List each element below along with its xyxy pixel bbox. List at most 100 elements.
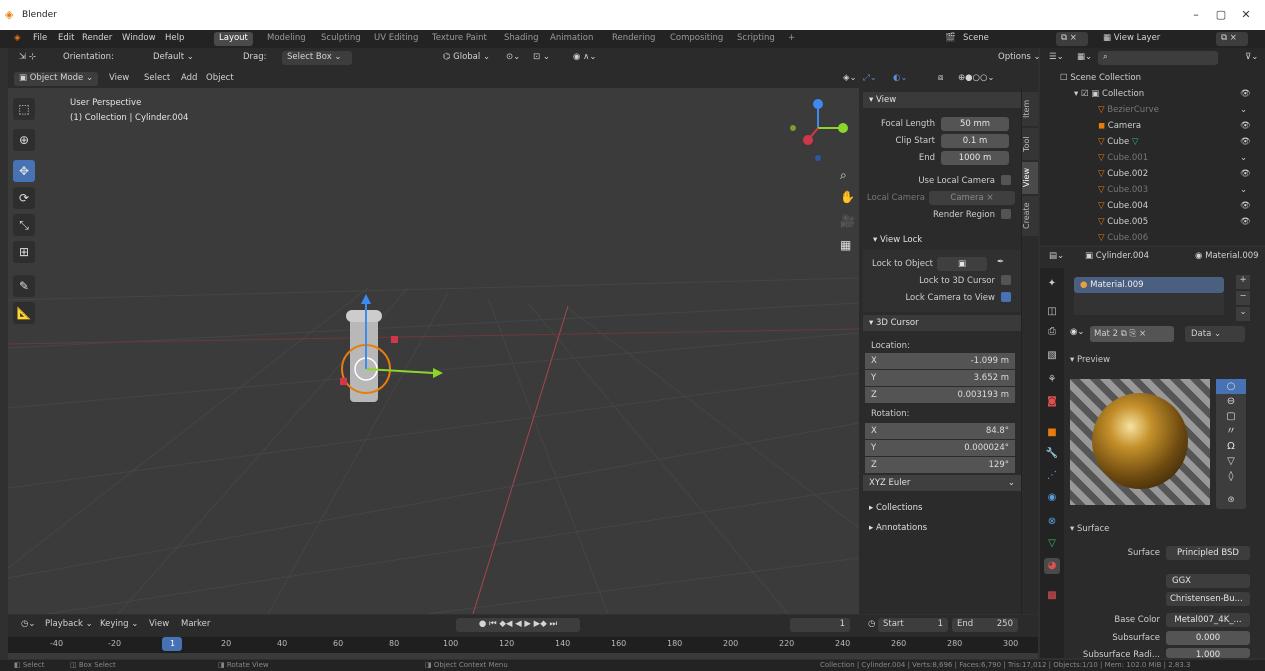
flat-preview-icon[interactable]: ○	[1216, 379, 1246, 394]
menu-edit[interactable]: Edit	[58, 33, 74, 46]
outliner-display-icon[interactable]: ☰⌄	[1044, 51, 1069, 65]
move-tool-icon[interactable]: ✥	[13, 160, 35, 182]
focal-length-field[interactable]: 50 mm	[941, 117, 1009, 131]
outliner-row[interactable]: ▽ Cube.003 ⌄	[1040, 183, 1265, 199]
scene-selector[interactable]: Scene	[958, 32, 994, 46]
outliner-row[interactable]: ▽ Cube.001 ⌄	[1040, 151, 1265, 167]
options-dropdown[interactable]: Options ⌄	[993, 51, 1046, 65]
tab-tool[interactable]: Tool	[1022, 128, 1038, 160]
particles-tab-icon[interactable]: ⋰	[1044, 468, 1060, 484]
clip-start-field[interactable]: 0.1 m	[941, 134, 1009, 148]
view-layer-selector[interactable]: ▦ View Layer	[1098, 32, 1165, 46]
collections-panel-header[interactable]: ▸ Collections	[869, 503, 922, 513]
rotate-tool-icon[interactable]: ⟳	[13, 187, 35, 209]
snap-icon[interactable]: ⊡ ⌄	[528, 51, 555, 65]
gizmo-icon[interactable]: ⤢⌄	[858, 72, 882, 86]
hair-preview-icon[interactable]: 〃	[1216, 424, 1246, 439]
physics-tab-icon[interactable]: ◉	[1044, 490, 1060, 506]
playback-menu[interactable]: Playback ⌄	[40, 618, 98, 632]
sphere-preview-icon[interactable]: ⊖	[1216, 394, 1246, 409]
tab-scripting[interactable]: Scripting	[732, 32, 780, 46]
view-layer-add-icon[interactable]: ⧉ ×	[1216, 32, 1248, 46]
tab-texture-paint[interactable]: Texture Paint	[427, 32, 492, 46]
transform-tool-icon[interactable]: ⊞	[13, 241, 35, 263]
view-panel-header[interactable]: ▾ View	[863, 92, 1021, 108]
prev-key-icon[interactable]: ◆◀	[499, 619, 512, 629]
blender-menu-icon[interactable]: ◈	[14, 33, 21, 46]
subsurface-field[interactable]: 0.000	[1166, 631, 1250, 645]
data-tab-icon[interactable]: ▽	[1044, 536, 1060, 552]
menu-view[interactable]: View	[104, 72, 134, 86]
tab-sculpting[interactable]: Sculpting	[316, 32, 366, 46]
maximize-icon[interactable]: ▢	[1210, 7, 1232, 23]
outliner-row[interactable]: ▽ Cube ▽ 👁	[1040, 135, 1265, 151]
tab-compositing[interactable]: Compositing	[665, 32, 728, 46]
cube-preview-icon[interactable]: ▢	[1216, 409, 1246, 424]
menu-file[interactable]: File	[33, 33, 47, 46]
scene-tab-icon[interactable]: ⚘	[1044, 372, 1060, 388]
zoom-icon[interactable]: ⌕	[840, 168, 847, 183]
tab-uv-editing[interactable]: UV Editing	[369, 32, 423, 46]
render-region-checkbox[interactable]	[1001, 209, 1011, 219]
3d-viewport[interactable]: User Perspective (1) Collection | Cylind…	[8, 88, 859, 614]
outliner-search-input[interactable]: ⌕	[1098, 51, 1218, 65]
eye-icon[interactable]: 👁	[1240, 121, 1251, 131]
view-lock-subheader[interactable]: ▾ View Lock	[873, 235, 922, 245]
cursor-rot-z[interactable]: Z 129°	[865, 457, 1015, 473]
start-frame-field[interactable]: Start 1	[878, 618, 948, 632]
lock-3d-cursor-checkbox[interactable]	[1001, 275, 1011, 285]
view-layer-tab-icon[interactable]: ▧	[1044, 348, 1060, 364]
play-icon[interactable]: ▶	[524, 619, 531, 629]
remove-slot-button[interactable]: −	[1236, 291, 1250, 305]
tab-create[interactable]: Create	[1022, 196, 1038, 236]
pan-hand-icon[interactable]: ✋	[840, 190, 855, 204]
current-frame-field[interactable]: 1	[790, 618, 850, 632]
outliner-row[interactable]: ▽ Cube.004 👁	[1040, 199, 1265, 215]
material-browse-icon[interactable]: ◉⌄	[1070, 327, 1085, 337]
rotation-mode-dropdown[interactable]: XYZ Euler ⌄	[863, 475, 1021, 491]
cursor-tool-icon[interactable]: ⊕	[13, 129, 35, 151]
surface-panel-header[interactable]: ▾ Surface	[1070, 524, 1109, 534]
menu-add[interactable]: Add	[176, 72, 202, 86]
jump-end-icon[interactable]: ⏭	[549, 619, 557, 629]
lock-camera-view-checkbox[interactable]	[1001, 292, 1011, 302]
eye-icon[interactable]: 👁	[1240, 217, 1251, 227]
outliner-row[interactable]: ◼ Camera 👁	[1040, 119, 1265, 135]
world-preview-icon[interactable]: ⊛	[1216, 495, 1246, 509]
material-tab-icon[interactable]: ◕	[1044, 558, 1060, 574]
eye-icon[interactable]: 👁	[1240, 137, 1251, 147]
object-tab-icon[interactable]: ■	[1044, 425, 1060, 441]
timeline-view-menu[interactable]: View	[144, 618, 174, 632]
surface-shader-field[interactable]: Principled BSD	[1166, 546, 1250, 560]
record-icon[interactable]: ●	[479, 619, 486, 629]
next-key-icon[interactable]: ▶◆	[534, 619, 547, 629]
texture-tab-icon[interactable]: ▩	[1044, 588, 1060, 604]
shading-modes-icon[interactable]: ⊕●○○⌄	[953, 72, 1000, 86]
timeline-scrollbar[interactable]	[8, 653, 1038, 659]
3d-cursor-panel-header[interactable]: ▾ 3D Cursor	[863, 315, 1021, 331]
modifier-tab-icon[interactable]: 🔧	[1044, 446, 1060, 462]
constraints-tab-icon[interactable]: ⊗	[1044, 514, 1060, 530]
tab-animation[interactable]: Animation	[545, 32, 598, 46]
pivot-icon[interactable]: ⊙⌄	[501, 51, 525, 65]
tool-tab-icon[interactable]: ✦	[1044, 276, 1060, 292]
render-tab-icon[interactable]: ◫	[1044, 304, 1060, 320]
cursor-rot-y[interactable]: Y 0.000024°	[865, 440, 1015, 456]
drag-dropdown[interactable]: Select Box ⌄	[282, 51, 352, 65]
cursor-rot-x[interactable]: X 84.8°	[865, 423, 1015, 439]
proportional-icon[interactable]: ◉ ∧⌄	[568, 51, 601, 65]
eye-icon[interactable]: 👁	[1240, 89, 1251, 99]
timeline-editor-icon[interactable]: ◷⌄	[16, 618, 41, 632]
camera-view-icon[interactable]: 🎥	[840, 214, 855, 228]
tab-item[interactable]: Item	[1022, 92, 1038, 126]
xray-icon[interactable]: ⧈	[933, 72, 948, 86]
menu-render[interactable]: Render	[82, 33, 112, 46]
world-tab-icon[interactable]: ◙	[1044, 394, 1060, 410]
outliner-row[interactable]: ▽ Cube.006	[1040, 231, 1265, 243]
material-datablock-field[interactable]: Mat 2 ⧉ ⎘ ×	[1090, 326, 1174, 342]
navigation-gizmo[interactable]	[786, 92, 858, 162]
material-slot-item[interactable]: ● Material.009	[1074, 277, 1224, 293]
output-tab-icon[interactable]: ⎙	[1044, 324, 1060, 340]
close-icon[interactable]: ✕	[1235, 7, 1257, 23]
subsurface-radius-field[interactable]: 1.000	[1166, 648, 1250, 658]
